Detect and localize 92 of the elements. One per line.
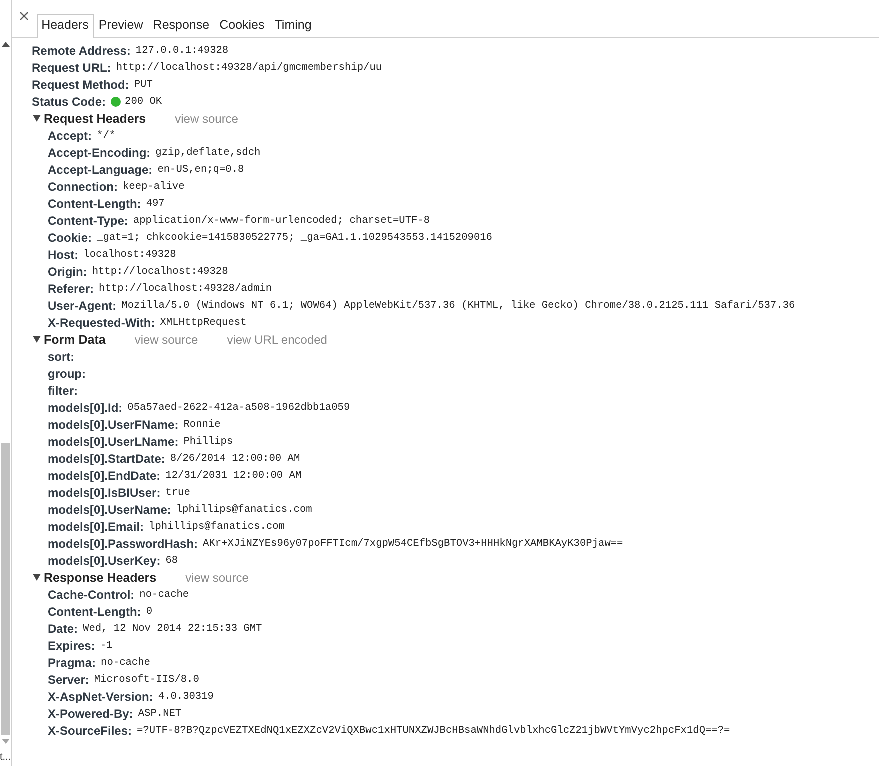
header-value: http://localhost:49328/admin bbox=[99, 282, 272, 294]
disclosure-triangle-icon[interactable] bbox=[33, 336, 41, 343]
tab[interactable]: Cookies bbox=[214, 14, 270, 37]
disclosure-triangle-icon[interactable] bbox=[33, 115, 41, 122]
header-name: models[0].UserLName: bbox=[48, 434, 179, 448]
header-name: Connection: bbox=[48, 180, 118, 194]
header-value: Ronnie bbox=[184, 418, 221, 430]
scroll-up-icon[interactable] bbox=[2, 42, 10, 47]
header-name: models[0].UserFName: bbox=[48, 418, 179, 432]
header-name: sort: bbox=[48, 350, 75, 364]
tab[interactable]: Preview bbox=[94, 14, 148, 37]
close-button[interactable]: × bbox=[18, 7, 31, 25]
section-title[interactable]: Form Data bbox=[44, 332, 106, 346]
header-value: 8/26/2014 12:00:00 AM bbox=[170, 452, 300, 464]
header-name: models[0].PasswordHash: bbox=[48, 536, 198, 550]
header-name: Content-Length: bbox=[48, 196, 142, 210]
header-name: models[0].StartDate: bbox=[48, 452, 166, 466]
field-value: 200 OK bbox=[125, 96, 162, 108]
header-name: X-Requested-With: bbox=[48, 316, 156, 330]
field-value: PUT bbox=[134, 78, 153, 90]
header-value: Wed, 12 Nov 2014 22:15:33 GMT bbox=[83, 622, 262, 634]
field-label: Request Method: bbox=[32, 78, 130, 92]
header-value: en-US,en;q=0.8 bbox=[158, 164, 244, 176]
header-name: Server: bbox=[48, 672, 90, 686]
header-name: models[0].Email: bbox=[48, 520, 144, 534]
header-name: Accept: bbox=[48, 128, 92, 142]
header-name: models[0].UserKey: bbox=[48, 554, 161, 568]
header-value: 05a57aed-2622-412a-a508-1962dbb1a059 bbox=[128, 402, 350, 414]
field-value: 127.0.0.1:49328 bbox=[136, 44, 229, 56]
header-name: Origin: bbox=[48, 264, 88, 278]
header-name: models[0].IsBIUser: bbox=[48, 486, 161, 500]
header-value: 68 bbox=[166, 554, 178, 566]
header-value: Mozilla/5.0 (Windows NT 6.1; WOW64) AppleWebKit/537.36 (KHTML, like Gecko) Chrome/38.0.2125.111 Safari/537.36 bbox=[122, 300, 796, 312]
scroll-thumb[interactable] bbox=[1, 443, 10, 735]
header-name: X-AspNet-Version: bbox=[48, 690, 154, 704]
header-value: no-cache bbox=[101, 656, 150, 668]
header-value: application/x-www-form-urlencoded; charset=UTF-8 bbox=[133, 214, 430, 226]
header-name: group: bbox=[48, 366, 86, 380]
disclosure-triangle-icon[interactable] bbox=[33, 574, 41, 581]
header-value: -1 bbox=[100, 640, 113, 652]
header-value: _gat=1; chkcookie=1415830522775; _ga=GA1.1.1029543553.1415209016 bbox=[97, 232, 492, 244]
header-value: http://localhost:49328 bbox=[92, 266, 228, 278]
header-value: true bbox=[166, 486, 190, 498]
header-name: models[0].Id: bbox=[48, 400, 123, 414]
header-name: Date: bbox=[48, 622, 78, 636]
tab[interactable]: Timing bbox=[270, 14, 317, 37]
header-value: lphillips@fanatics.com bbox=[176, 504, 312, 516]
section-title[interactable]: Response Headers bbox=[44, 570, 157, 584]
field-label: Status Code: bbox=[32, 94, 106, 108]
view-link[interactable]: view URL encoded bbox=[227, 332, 328, 346]
header-value: AKr+XJiNZYEs96y07poFFTIcm/7xgpW54CEfbSgBTOV3+HHHkNgrXAMBKAyK30Pjaw== bbox=[203, 538, 624, 550]
header-name: Accept-Language: bbox=[48, 162, 153, 176]
scrollbar[interactable]: t... bbox=[0, 0, 12, 766]
header-name: Content-Type: bbox=[48, 214, 128, 228]
tab[interactable]: Headers bbox=[36, 14, 94, 38]
header-name: Accept-Encoding: bbox=[48, 146, 151, 160]
view-link[interactable]: view source bbox=[186, 570, 249, 584]
header-name: Cookie: bbox=[48, 230, 92, 244]
header-value: 497 bbox=[146, 198, 165, 210]
header-name: Host: bbox=[48, 248, 79, 262]
header-value: */* bbox=[97, 130, 116, 142]
header-value: lphillips@fanatics.com bbox=[149, 520, 285, 532]
header-value: localhost:49328 bbox=[84, 248, 176, 260]
header-name: X-Powered-By: bbox=[48, 706, 134, 720]
header-value: ASP.NET bbox=[138, 708, 182, 720]
header-name: User-Agent: bbox=[48, 298, 117, 312]
header-name: models[0].UserName: bbox=[48, 502, 172, 516]
header-name: Referer: bbox=[48, 282, 94, 296]
section-title[interactable]: Request Headers bbox=[44, 112, 146, 126]
header-value: Microsoft-IIS/8.0 bbox=[94, 674, 200, 686]
header-value: no-cache bbox=[140, 588, 190, 600]
header-name: Content-Length: bbox=[48, 604, 142, 618]
header-value: gzip,deflate,sdch bbox=[156, 146, 261, 158]
tab[interactable]: Response bbox=[148, 14, 215, 37]
header-value: keep-alive bbox=[123, 180, 185, 192]
header-value: 0 bbox=[146, 606, 152, 618]
header-name: X-SourceFiles: bbox=[48, 724, 132, 738]
header-name: Cache-Control: bbox=[48, 588, 135, 602]
header-value: Phillips bbox=[184, 436, 234, 448]
header-name: models[0].EndDate: bbox=[48, 468, 161, 482]
header-name: Expires: bbox=[48, 638, 96, 652]
header-value: 12/31/2031 12:00:00 AM bbox=[166, 470, 302, 482]
field-label: Remote Address: bbox=[32, 44, 131, 58]
header-name: filter: bbox=[48, 384, 78, 398]
field-label: Request URL: bbox=[32, 60, 112, 74]
header-name: Pragma: bbox=[48, 656, 96, 670]
view-link[interactable]: view source bbox=[175, 112, 238, 126]
header-value: =?UTF-8?B?QzpcVEZTXEdNQ1xEZXZcV2ViQXBwc1xHTUNXZWJBcHBsaWNhdGlvblxhcGlcZ21jbWVtYmVyc2hpcFx1dQ==?= bbox=[137, 724, 730, 736]
header-value: 4.0.30319 bbox=[158, 690, 214, 702]
view-link[interactable]: view source bbox=[134, 332, 198, 346]
field-value: http://localhost:49328/api/gmcmembership/uu bbox=[116, 62, 382, 74]
header-value: XMLHttpRequest bbox=[160, 316, 247, 328]
